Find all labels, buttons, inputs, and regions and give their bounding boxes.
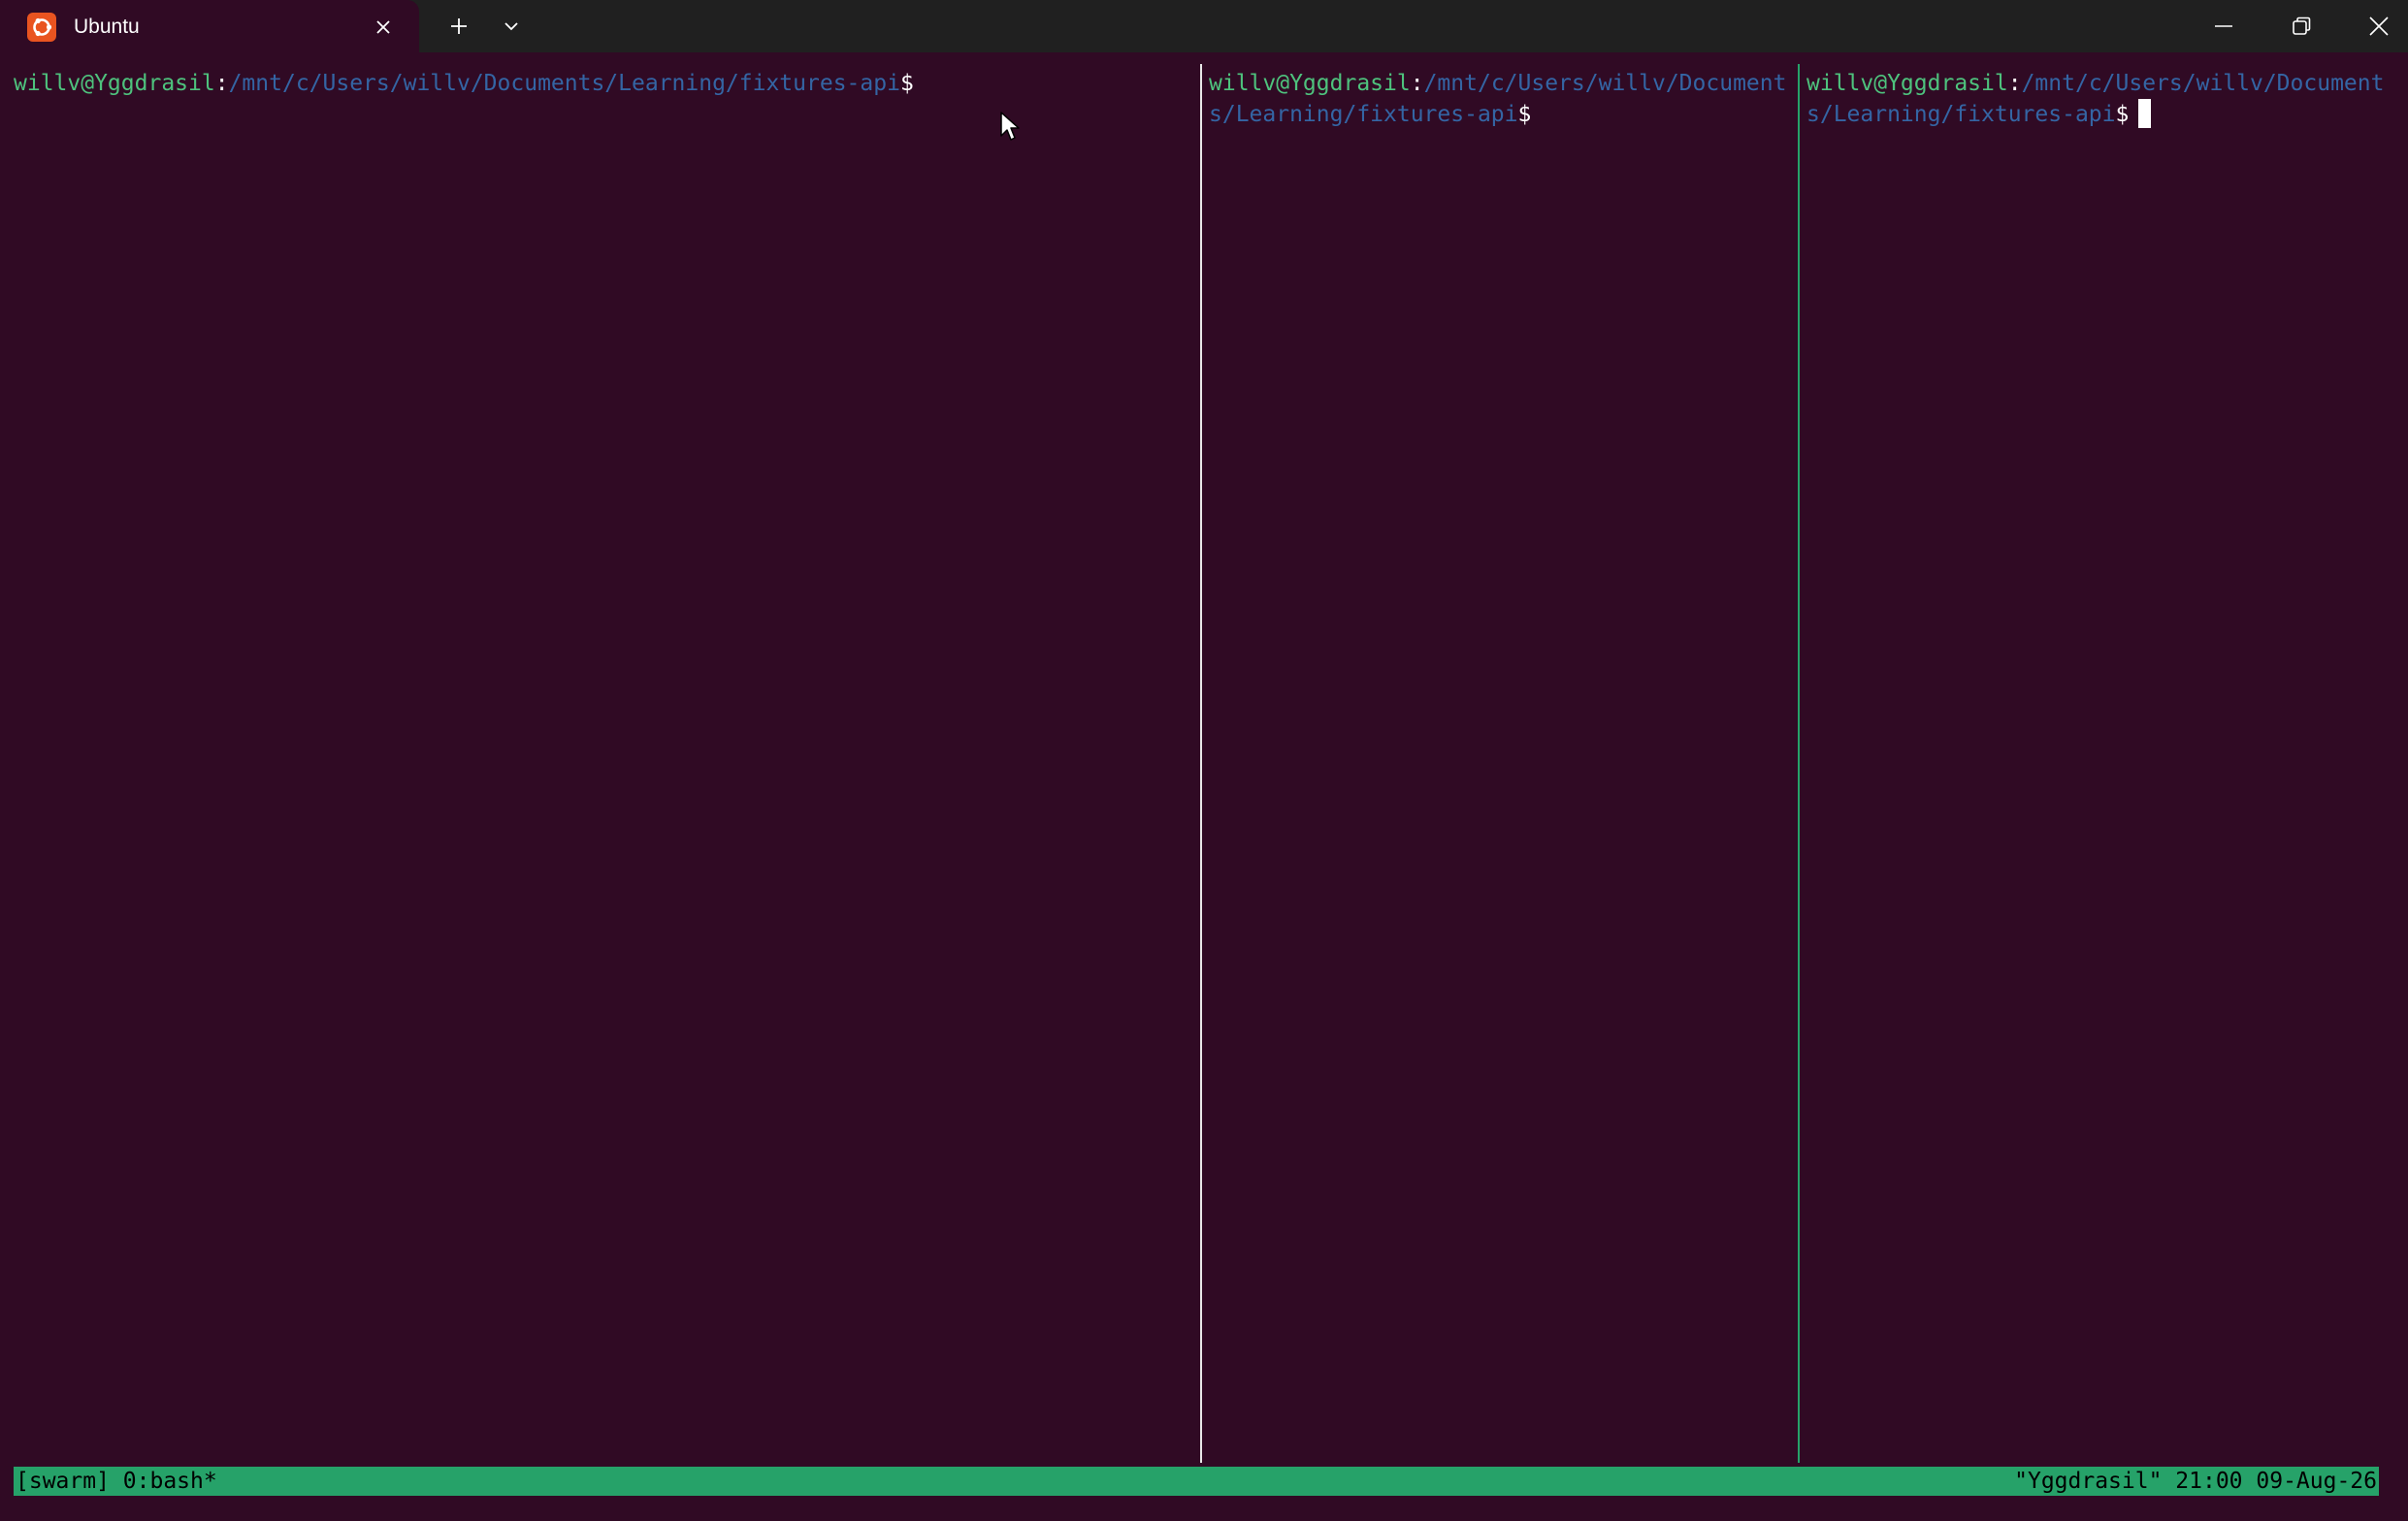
tmux-pane-3-active[interactable]: willv@Yggdrasil:/mnt/c/Users/willv/Docum… bbox=[1806, 68, 2391, 1513]
new-tab-plus-icon[interactable] bbox=[444, 12, 473, 41]
tmux-status-bar: [swarm] 0:bash* "Yggdrasil" 21:00 09-Aug… bbox=[14, 1467, 2379, 1496]
status-session-window[interactable]: [swarm] 0:bash* bbox=[16, 1467, 217, 1496]
close-icon bbox=[2369, 16, 2389, 36]
minimize-icon bbox=[2215, 25, 2232, 27]
status-host-time-date: "Yggdrasil" 21:00 09-Aug-26 bbox=[2014, 1469, 2377, 1494]
restore-button[interactable] bbox=[2262, 0, 2340, 52]
tab-title: Ubuntu bbox=[74, 16, 140, 38]
pane-divider[interactable] bbox=[1200, 64, 1202, 1463]
prompt-symbol: $ bbox=[2115, 102, 2130, 127]
title-bar: Ubuntu bbox=[0, 0, 2408, 52]
chevron-down-icon[interactable] bbox=[497, 12, 526, 41]
prompt-user-host: willv@Yggdrasil bbox=[1209, 71, 1411, 96]
ubuntu-logo-icon bbox=[27, 13, 56, 42]
prompt-user-host: willv@Yggdrasil bbox=[1806, 71, 2008, 96]
prompt-user-host: willv@Yggdrasil bbox=[14, 71, 215, 96]
prompt-path: /mnt/c/Users/willv/Documents/Learning/fi… bbox=[228, 71, 900, 96]
minimize-button[interactable] bbox=[2185, 0, 2262, 52]
prompt-separator: : bbox=[2007, 71, 2022, 96]
tmux-pane-1[interactable]: willv@Yggdrasil:/mnt/c/Users/willv/Docum… bbox=[14, 68, 1197, 1513]
prompt-symbol: $ bbox=[899, 71, 914, 96]
active-pane-divider[interactable] bbox=[1798, 64, 1800, 1463]
terminal-area[interactable]: willv@Yggdrasil:/mnt/c/Users/willv/Docum… bbox=[0, 52, 2408, 1521]
text-cursor bbox=[2138, 99, 2152, 128]
close-window-button[interactable] bbox=[2340, 0, 2408, 52]
tmux-pane-2[interactable]: willv@Yggdrasil:/mnt/c/Users/willv/Docum… bbox=[1209, 68, 1795, 1513]
mouse-pointer-icon bbox=[1000, 112, 1020, 141]
prompt-separator: : bbox=[214, 71, 229, 96]
restore-icon bbox=[2293, 16, 2311, 35]
prompt-separator: : bbox=[1410, 71, 1424, 96]
tab-close-icon[interactable] bbox=[371, 15, 396, 40]
tab-ubuntu[interactable]: Ubuntu bbox=[0, 0, 419, 52]
prompt-symbol: $ bbox=[1517, 102, 1532, 127]
